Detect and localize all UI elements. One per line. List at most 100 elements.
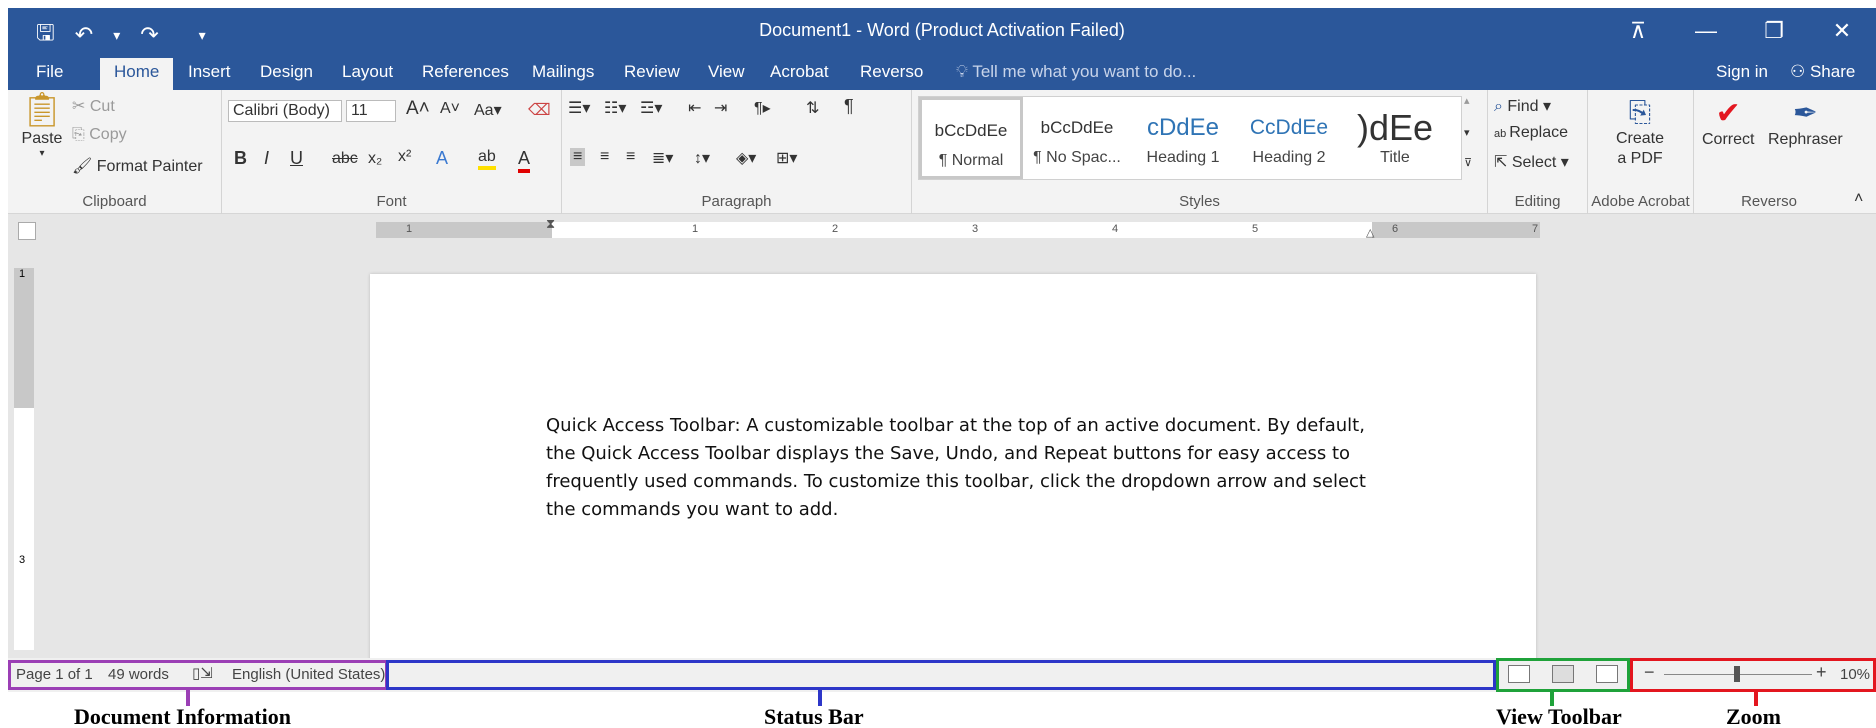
subscript-icon[interactable]: x₂ xyxy=(368,150,382,168)
sort-icon[interactable]: ⇅ xyxy=(806,98,819,118)
share-button[interactable]: ⚇ Share xyxy=(1790,62,1855,82)
bold-icon[interactable]: B xyxy=(234,148,247,169)
zoom-frame xyxy=(1630,658,1876,692)
styles-scroll-down-icon[interactable]: ▾ xyxy=(1464,126,1470,139)
tab-references[interactable]: References xyxy=(422,62,509,82)
numbering-icon[interactable]: ☷▾ xyxy=(604,98,626,118)
close-icon[interactable]: ✕ xyxy=(1808,8,1876,54)
window-title: Document1 - Word (Product Activation Fai… xyxy=(759,20,1125,40)
view-toolbar-frame xyxy=(1496,658,1630,692)
tab-design[interactable]: Design xyxy=(260,62,313,82)
rephraser-button[interactable]: ✒ Rephraser xyxy=(1768,96,1843,149)
document-paragraph[interactable]: Quick Access Toolbar: A customizable too… xyxy=(546,412,1366,524)
tab-selector[interactable] xyxy=(18,222,36,240)
pilcrow-icon[interactable]: ¶ xyxy=(844,96,854,117)
copy-icon: ⎘ xyxy=(72,126,90,143)
underline-icon[interactable]: U xyxy=(290,148,303,169)
paste-button[interactable]: 📋︎ Paste ▾ xyxy=(18,90,66,159)
highlight-icon[interactable]: ab xyxy=(478,148,496,170)
scissors-icon: ✂ xyxy=(72,98,90,115)
horizontal-ruler[interactable]: 1 1 2 3 4 5 6 7 ⧗ △ xyxy=(376,216,1540,239)
style-normal[interactable]: bCcDdEe ¶ Normal xyxy=(919,97,1023,179)
person-icon: ⚇ xyxy=(1790,62,1810,81)
sign-in-link[interactable]: Sign in xyxy=(1716,62,1768,82)
increase-indent-icon[interactable]: ⇥ xyxy=(714,98,727,118)
clear-formatting-icon[interactable]: ⌫ xyxy=(528,100,551,120)
ltr-icon[interactable]: ¶▸ xyxy=(754,98,771,118)
shading-icon[interactable]: ◈▾ xyxy=(736,148,756,168)
grow-font-icon[interactable]: A˄ xyxy=(406,98,430,120)
collapse-ribbon-icon[interactable]: ˄ xyxy=(1854,190,1863,208)
styles-group: bCcDdEe ¶ Normal bCcDdEe ¶ No Spac... cD… xyxy=(912,90,1488,214)
minimize-icon[interactable]: — xyxy=(1672,8,1740,54)
tab-home[interactable]: Home xyxy=(100,58,174,90)
copy-button[interactable]: ⎘ Copy xyxy=(72,126,127,144)
font-color-icon[interactable]: A xyxy=(518,148,531,173)
right-indent-marker-icon[interactable]: △ xyxy=(1366,226,1374,239)
change-case-button[interactable]: Aa▾ xyxy=(474,100,502,120)
bullets-icon[interactable]: ☰▾ xyxy=(568,98,590,118)
group-label: Adobe Acrobat xyxy=(1591,193,1690,210)
ribbon-display-options-icon[interactable]: ⊼ xyxy=(1604,8,1672,54)
style-heading-2[interactable]: CcDdEe Heading 2 xyxy=(1237,97,1341,179)
group-label: Styles xyxy=(1179,193,1220,210)
select-button[interactable]: ⇱ Select ▾ xyxy=(1494,152,1569,172)
ruler-number: 1 xyxy=(406,223,413,235)
font-size-select[interactable]: 11 xyxy=(346,100,396,122)
text-effects-icon[interactable]: A xyxy=(436,148,448,169)
annotation-view-toolbar: View Toolbar xyxy=(1496,704,1622,728)
tab-view[interactable]: View xyxy=(708,62,745,82)
styles-scroll-up-icon[interactable]: ▴ xyxy=(1464,94,1470,107)
align-left-icon[interactable]: ≡ xyxy=(570,148,586,166)
tab-acrobat[interactable]: Acrobat xyxy=(770,62,829,82)
checkmark-icon: ✔ xyxy=(1715,97,1741,130)
font-group: Calibri (Body) 11 A˄ A˅ Aa▾ ⌫ B I U abc … xyxy=(222,90,562,214)
cursor-icon: ⇱ xyxy=(1494,154,1512,171)
tell-me-search[interactable]: 💡︎ Tell me what you want to do... xyxy=(956,62,1196,82)
tab-mailings[interactable]: Mailings xyxy=(532,62,594,82)
italic-icon[interactable]: I xyxy=(264,148,269,169)
strikethrough-icon[interactable]: abc xyxy=(332,150,358,168)
annotation-document-information: Document Information xyxy=(74,704,291,728)
ruler-number: 3 xyxy=(19,554,26,566)
top-margin xyxy=(14,268,34,408)
title-bar: 🖫 ↶ ▾ ↷ ▾ Document1 - Word (Product Acti… xyxy=(8,8,1876,54)
correct-button[interactable]: ✔ Correct xyxy=(1702,96,1754,149)
line-spacing-icon[interactable]: ↕▾ xyxy=(694,148,710,168)
indent-marker-icon[interactable]: ⧗ xyxy=(546,216,555,232)
ruler-row: 1 1 2 3 4 5 6 7 ⧗ △ xyxy=(8,214,1876,254)
font-name-select[interactable]: Calibri (Body) xyxy=(228,100,342,122)
tab-layout[interactable]: Layout xyxy=(342,62,393,82)
borders-icon[interactable]: ⊞▾ xyxy=(776,148,797,168)
multilevel-list-icon[interactable]: ☲▾ xyxy=(640,98,662,118)
search-icon: ⌕ xyxy=(1494,98,1508,115)
document-page[interactable]: Quick Access Toolbar: A customizable too… xyxy=(370,274,1536,658)
tab-reverso[interactable]: Reverso xyxy=(860,62,923,82)
style-no-spacing[interactable]: bCcDdEe ¶ No Spac... xyxy=(1025,97,1129,179)
style-title[interactable]: )dEe Title xyxy=(1343,97,1447,179)
tab-review[interactable]: Review xyxy=(624,62,680,82)
justify-icon[interactable]: ≣▾ xyxy=(652,148,673,168)
shrink-font-icon[interactable]: A˅ xyxy=(440,100,460,118)
cut-button[interactable]: ✂ Cut xyxy=(72,96,115,116)
ruler-number: 4 xyxy=(1112,223,1119,235)
annotation-status-bar: Status Bar xyxy=(764,704,864,728)
create-pdf-button[interactable]: ⎘ Create a PDF xyxy=(1592,96,1688,169)
reverso-group: ✔ Correct ✒ Rephraser Reverso xyxy=(1694,90,1844,214)
decrease-indent-icon[interactable]: ⇤ xyxy=(688,98,701,118)
styles-more-icon[interactable]: ⊽ xyxy=(1464,156,1472,169)
restore-icon[interactable]: ❐ xyxy=(1740,8,1808,54)
format-painter-button[interactable]: 🖌︎ Format Painter xyxy=(72,156,203,176)
superscript-icon[interactable]: x² xyxy=(398,148,411,166)
replace-icon: ab xyxy=(1494,128,1510,140)
find-button[interactable]: ⌕ Find ▾ xyxy=(1494,96,1551,116)
align-center-icon[interactable]: ≡ xyxy=(600,148,609,166)
align-right-icon[interactable]: ≡ xyxy=(626,148,635,166)
lightbulb-icon: 💡︎ xyxy=(956,62,973,81)
tab-insert[interactable]: Insert xyxy=(188,62,231,82)
vertical-ruler[interactable]: 1 3 xyxy=(14,268,34,650)
tab-file[interactable]: File xyxy=(36,62,63,82)
style-heading-1[interactable]: cDdEe Heading 1 xyxy=(1131,97,1235,179)
clipboard-group: 📋︎ Paste ▾ ✂ Cut ⎘ Copy 🖌︎ Format Painte… xyxy=(8,90,222,214)
replace-button[interactable]: ab Replace xyxy=(1494,124,1568,142)
